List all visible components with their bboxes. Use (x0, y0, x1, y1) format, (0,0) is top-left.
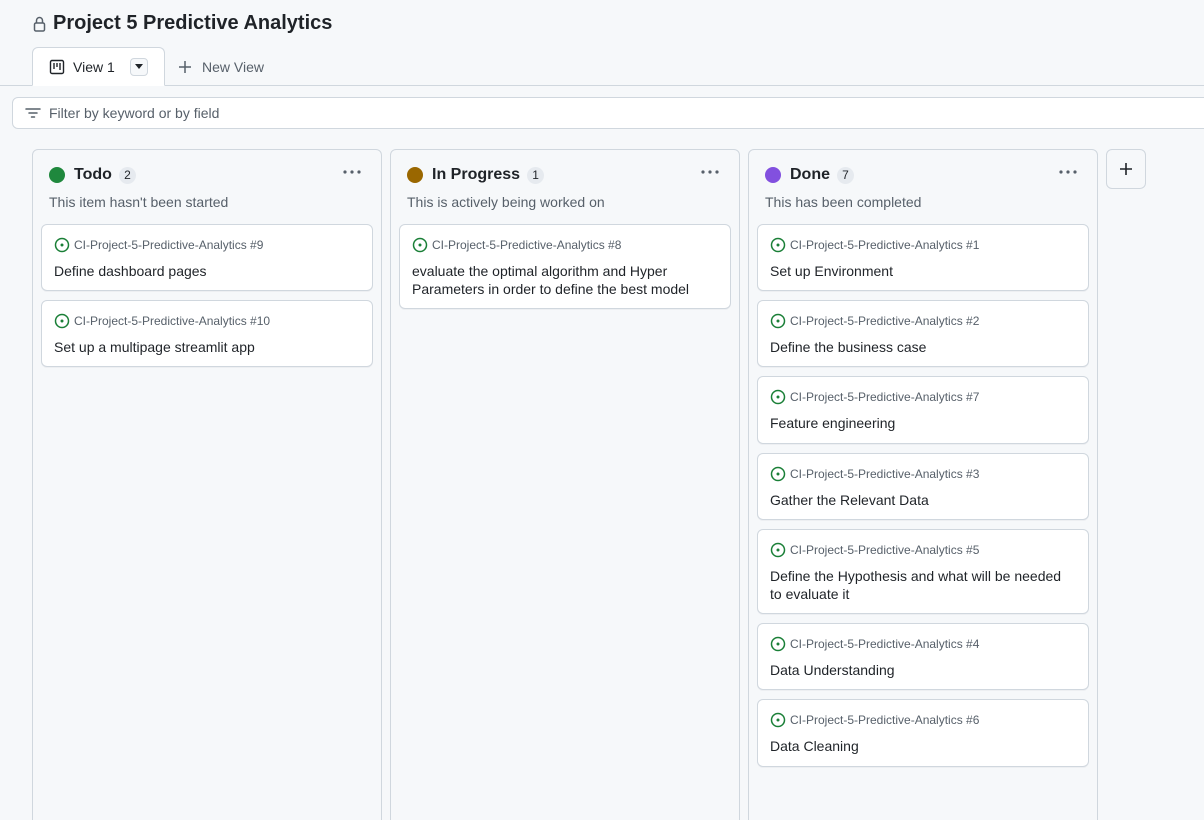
add-column-button[interactable] (1106, 149, 1146, 189)
card-title[interactable]: Feature engineering (770, 414, 1076, 432)
card-title[interactable]: Data Cleaning (770, 737, 1076, 755)
issue-card[interactable]: CI-Project-5-Predictive-Analytics #7 Fea… (757, 376, 1089, 444)
card-title[interactable]: Define the Hypothesis and what will be n… (770, 567, 1076, 603)
column-menu-button[interactable] (1057, 164, 1079, 180)
lock-icon (33, 16, 47, 32)
column-description: This is actively being worked on (407, 194, 605, 210)
card-repo-link[interactable]: CI-Project-5-Predictive-Analytics #7 (790, 390, 979, 404)
column-header: Todo 2 (49, 166, 136, 184)
tab-view-1-label: View 1 (73, 58, 115, 75)
page-title: Project 5 Predictive Analytics (53, 12, 333, 34)
column-count: 7 (837, 166, 854, 184)
issue-card[interactable]: CI-Project-5-Predictive-Analytics #8 eva… (399, 224, 731, 309)
status-dot (49, 167, 65, 183)
project-board-icon (49, 59, 65, 75)
status-dot (407, 167, 423, 183)
column-menu-button[interactable] (341, 164, 363, 180)
issue-opened-icon (412, 237, 428, 253)
issue-card[interactable]: CI-Project-5-Predictive-Analytics #1 Set… (757, 224, 1089, 291)
issue-opened-icon (770, 237, 786, 253)
issue-opened-icon (770, 389, 786, 405)
card-meta: CI-Project-5-Predictive-Analytics #4 (770, 636, 979, 652)
column-count: 2 (118, 166, 136, 184)
view-tabs: View 1 New View (0, 47, 1204, 86)
column-menu-button[interactable] (699, 164, 721, 180)
card-repo-link[interactable]: CI-Project-5-Predictive-Analytics #9 (74, 238, 263, 252)
issue-card[interactable]: CI-Project-5-Predictive-Analytics #9 Def… (41, 224, 373, 291)
issue-opened-icon (770, 313, 786, 329)
filter-icon (25, 105, 41, 121)
card-meta: CI-Project-5-Predictive-Analytics #9 (54, 237, 263, 253)
card-meta: CI-Project-5-Predictive-Analytics #8 (412, 237, 621, 253)
issue-opened-icon (54, 237, 70, 253)
project-title-row: Project 5 Predictive Analytics (33, 12, 332, 35)
card-repo-link[interactable]: CI-Project-5-Predictive-Analytics #1 (790, 238, 979, 252)
card-title[interactable]: Set up a multipage streamlit app (54, 338, 360, 356)
issue-opened-icon (770, 712, 786, 728)
issue-card[interactable]: CI-Project-5-Predictive-Analytics #5 Def… (757, 529, 1089, 614)
card-repo-link[interactable]: CI-Project-5-Predictive-Analytics #8 (432, 238, 621, 252)
issue-opened-icon (54, 313, 70, 329)
column-in-progress: In Progress 1 This is actively being wor… (390, 149, 740, 820)
new-view-label: New View (202, 58, 264, 75)
kebab-horizontal-icon (343, 170, 361, 174)
card-title[interactable]: Define the business case (770, 338, 1076, 356)
kebab-horizontal-icon (701, 170, 719, 174)
column-done: Done 7 This has been completed CI-Projec… (748, 149, 1098, 820)
column-name: Todo (74, 166, 112, 183)
card-repo-link[interactable]: CI-Project-5-Predictive-Analytics #10 (74, 314, 270, 328)
issue-card[interactable]: CI-Project-5-Predictive-Analytics #10 Se… (41, 300, 373, 367)
card-title[interactable]: Data Understanding (770, 661, 1076, 679)
card-meta: CI-Project-5-Predictive-Analytics #10 (54, 313, 270, 329)
issue-opened-icon (770, 636, 786, 652)
issue-card[interactable]: CI-Project-5-Predictive-Analytics #2 Def… (757, 300, 1089, 367)
column-description: This has been completed (765, 194, 922, 210)
card-title[interactable]: evaluate the optimal algorithm and Hyper… (412, 262, 718, 298)
card-meta: CI-Project-5-Predictive-Analytics #1 (770, 237, 979, 253)
tab-view-1[interactable]: View 1 (32, 47, 165, 86)
card-title[interactable]: Set up Environment (770, 262, 1076, 280)
column-header: In Progress 1 (407, 166, 545, 184)
column-description: This item hasn't been started (49, 194, 229, 210)
card-repo-link[interactable]: CI-Project-5-Predictive-Analytics #5 (790, 543, 979, 557)
card-repo-link[interactable]: CI-Project-5-Predictive-Analytics #3 (790, 467, 979, 481)
project-header: Project 5 Predictive Analytics View 1 Ne… (0, 0, 1204, 86)
issue-opened-icon (770, 466, 786, 482)
column-todo: Todo 2 This item hasn't been started CI-… (32, 149, 382, 820)
column-count: 1 (527, 166, 545, 184)
plus-icon (1120, 163, 1132, 175)
view-options-button[interactable] (130, 58, 148, 76)
issue-card[interactable]: CI-Project-5-Predictive-Analytics #6 Dat… (757, 699, 1089, 767)
plus-icon (178, 60, 192, 74)
column-name: Done (790, 166, 830, 183)
card-repo-link[interactable]: CI-Project-5-Predictive-Analytics #4 (790, 637, 979, 651)
card-meta: CI-Project-5-Predictive-Analytics #2 (770, 313, 979, 329)
card-meta: CI-Project-5-Predictive-Analytics #7 (770, 389, 979, 405)
column-name: In Progress (432, 166, 521, 183)
filter-input[interactable] (49, 105, 1149, 121)
issue-card[interactable]: CI-Project-5-Predictive-Analytics #3 Gat… (757, 453, 1089, 520)
column-header: Done 7 (765, 166, 854, 184)
card-meta: CI-Project-5-Predictive-Analytics #3 (770, 466, 979, 482)
triangle-down-icon (135, 64, 143, 69)
issue-opened-icon (770, 542, 786, 558)
new-view-button[interactable]: New View (178, 47, 264, 86)
kebab-horizontal-icon (1059, 170, 1077, 174)
card-meta: CI-Project-5-Predictive-Analytics #5 (770, 542, 979, 558)
status-dot (765, 167, 781, 183)
card-repo-link[interactable]: CI-Project-5-Predictive-Analytics #6 (790, 713, 979, 727)
card-title[interactable]: Gather the Relevant Data (770, 491, 1076, 509)
card-meta: CI-Project-5-Predictive-Analytics #6 (770, 712, 979, 728)
issue-card[interactable]: CI-Project-5-Predictive-Analytics #4 Dat… (757, 623, 1089, 690)
card-repo-link[interactable]: CI-Project-5-Predictive-Analytics #2 (790, 314, 979, 328)
card-title[interactable]: Define dashboard pages (54, 262, 360, 280)
filter-bar[interactable] (12, 97, 1204, 129)
